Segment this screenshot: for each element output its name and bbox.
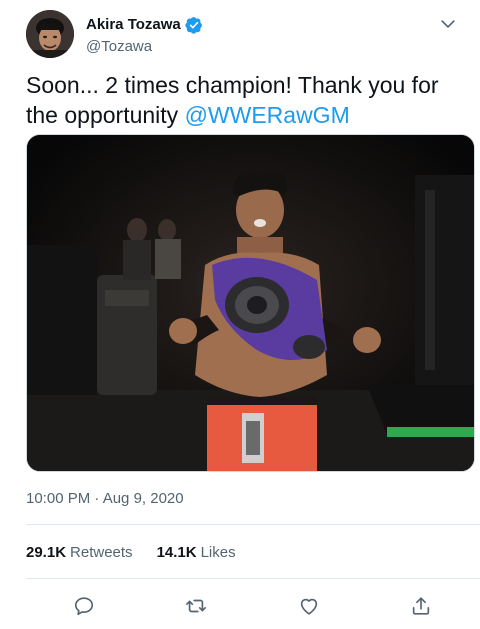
retweets-count: 29.1K [26,544,67,561]
retweet-icon [186,599,206,613]
action-bar [26,593,480,619]
photo-wrestler-champion [27,135,474,471]
tweet-stats: 29.1K Retweets 14.1K Likes [26,544,236,561]
tweet-timestamp[interactable]: 10:00 PM · Aug 9, 2020 [26,490,184,507]
heart-icon [300,598,318,615]
mention-link[interactable]: @WWERawGM [185,102,350,128]
likes-count: 14.1K [156,544,197,561]
retweets-label: Retweets [70,544,133,561]
tweet-text: Soon... 2 times champion! Thank you for … [26,70,466,130]
reply-button[interactable] [71,593,97,619]
retweets-stat[interactable]: 29.1K Retweets [26,544,133,561]
retweet-button[interactable] [183,593,209,619]
divider-bottom [26,578,480,579]
share-button[interactable] [408,593,434,619]
avatar-image [26,10,74,58]
share-icon [412,597,430,615]
divider-top [26,524,480,525]
tweet-header: Akira Tozawa @Tozawa [26,10,464,62]
tweet-photo[interactable] [26,134,475,472]
likes-stat[interactable]: 14.1K Likes [157,544,236,561]
reply-icon [74,597,94,616]
chevron-down-icon[interactable] [438,14,458,34]
like-button[interactable] [296,593,322,619]
user-handle[interactable]: @Tozawa [86,37,203,57]
verified-badge-icon [185,16,202,34]
display-name-row[interactable]: Akira Tozawa [86,15,203,34]
avatar[interactable] [26,10,74,58]
display-name[interactable]: Akira Tozawa [86,15,181,34]
user-names: Akira Tozawa @Tozawa [86,15,203,57]
likes-label: Likes [200,544,236,561]
